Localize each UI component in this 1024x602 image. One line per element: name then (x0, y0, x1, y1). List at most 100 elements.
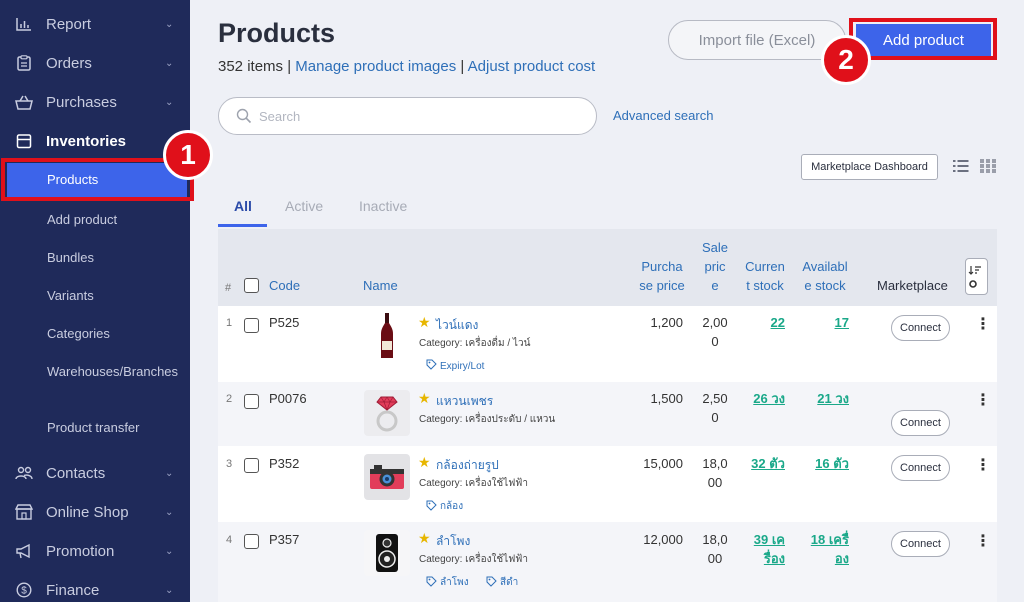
wine-bottle-image (364, 313, 410, 359)
separator: | (460, 58, 465, 75)
dollar-icon: $ (15, 581, 33, 599)
chevron-down-icon: ⌄ (165, 18, 174, 30)
row-checkbox[interactable] (244, 534, 259, 549)
table-row[interactable] (218, 522, 997, 602)
item-count: 352 items (218, 58, 284, 75)
product-category: Category: เครื่องดื่ม / ไวน์ (419, 338, 531, 349)
table-row[interactable] (218, 306, 997, 382)
tab-inactive[interactable]: Inactive (359, 198, 407, 214)
table-row[interactable] (218, 382, 997, 446)
sidebar-item-promotion[interactable]: Promotion ⌄ (0, 536, 190, 566)
tag-label: ลำโพง (440, 577, 469, 588)
product-tag[interactable]: ลำโพง (426, 575, 469, 590)
connect-button[interactable]: Connect (891, 315, 950, 341)
value-line: 0 (711, 410, 719, 425)
star-icon[interactable]: ★ (418, 390, 431, 407)
tab-active[interactable]: Active (285, 198, 323, 214)
header-line: Sale (701, 240, 729, 255)
current-stock-link[interactable]: 32 ตัว (738, 454, 785, 473)
svg-text:$: $ (21, 586, 27, 597)
sidebar-subitem-product-transfer[interactable]: Product transfer (47, 418, 182, 437)
product-category: Category: เครื่องประดับ / แหวน (419, 414, 556, 425)
available-stock-link[interactable]: 17 (800, 313, 849, 332)
value-line: 00 (707, 551, 723, 566)
star-icon[interactable]: ★ (418, 314, 431, 331)
clipboard-icon (15, 54, 33, 72)
connect-button[interactable]: Connect (891, 455, 950, 481)
manage-images-link[interactable]: Manage product images (295, 58, 456, 75)
sidebar-item-online-shop[interactable]: Online Shop ⌄ (0, 497, 190, 527)
product-name-link[interactable]: กล้องถ่ายรูป (436, 456, 499, 475)
header-line: e (711, 278, 719, 293)
marketplace-dashboard-button[interactable]: Marketplace Dashboard (801, 154, 938, 180)
row-checkbox[interactable] (244, 394, 259, 409)
separator: | (287, 58, 292, 75)
row-num: 1 (226, 317, 233, 329)
sidebar-item-inventories[interactable]: Inventories (0, 126, 190, 156)
sidebar-item-contacts[interactable]: Contacts ⌄ (0, 458, 190, 488)
product-name-link[interactable]: ไวน์แดง (436, 316, 478, 335)
current-stock-link[interactable]: 39 เค รื่อง (738, 530, 785, 568)
connect-button[interactable]: Connect (891, 410, 950, 436)
sidebar-item-report[interactable]: Report ⌄ (0, 9, 190, 39)
more-options-icon[interactable]: ⋮ (975, 531, 991, 551)
adjust-cost-link[interactable]: Adjust product cost (468, 58, 596, 75)
col-header-code[interactable]: Code (269, 276, 300, 295)
row-checkbox[interactable] (244, 318, 259, 333)
tab-all[interactable]: All (234, 198, 252, 214)
sidebar-item-finance[interactable]: $ Finance ⌄ (0, 575, 190, 602)
product-code: P525 (269, 315, 300, 330)
more-options-icon[interactable]: ⋮ (975, 314, 991, 334)
advanced-search-link[interactable]: Advanced search (613, 108, 713, 123)
tag-label: Expiry/Lot (440, 360, 485, 372)
available-stock-link[interactable]: 16 ตัว (796, 454, 849, 473)
header-line: Availabl (802, 259, 848, 274)
star-icon[interactable]: ★ (418, 454, 431, 471)
sidebar-subitem-variants[interactable]: Variants (47, 286, 182, 305)
product-name-link[interactable]: ลำโพง (436, 532, 470, 551)
sidebar-item-orders[interactable]: Orders ⌄ (0, 48, 190, 78)
sidebar-subitem-add-product[interactable]: Add product (47, 210, 182, 229)
camera-image (364, 454, 410, 500)
connect-button[interactable]: Connect (891, 531, 950, 557)
product-tag[interactable]: สีดำ (486, 575, 518, 590)
sidebar-subitem-warehouses[interactable]: Warehouses/Branches (47, 362, 182, 381)
more-options-icon[interactable]: ⋮ (975, 390, 991, 410)
product-tag[interactable]: กล้อง (426, 499, 463, 514)
sale-price: 18,0 00 (698, 454, 732, 492)
product-tag[interactable]: Expiry/Lot (426, 359, 484, 373)
sidebar-item-purchases[interactable]: Purchases ⌄ (0, 87, 190, 117)
available-stock-link[interactable]: 18 เครื่ อง (796, 530, 849, 568)
select-all-checkbox[interactable] (244, 278, 259, 293)
header-line: se price (639, 278, 685, 293)
col-header-marketplace: Marketplace (877, 278, 948, 293)
row-num: 3 (226, 458, 233, 470)
tag-icon (426, 500, 437, 514)
value-line: 18 เครื่ (810, 532, 849, 547)
grid-view-icon[interactable] (980, 159, 996, 178)
box-icon (15, 132, 33, 150)
star-icon[interactable]: ★ (418, 530, 431, 547)
col-header-sale-price[interactable]: Sale pric e (698, 238, 732, 295)
list-view-icon[interactable] (953, 159, 969, 178)
column-settings-button[interactable] (965, 258, 988, 295)
import-excel-button[interactable]: Import file (Excel) (668, 20, 846, 60)
purchase-price: 12,000 (643, 532, 683, 547)
value-line: 2,50 (702, 391, 728, 406)
shop-icon (15, 503, 33, 521)
more-options-icon[interactable]: ⋮ (975, 455, 991, 475)
col-header-current-stock[interactable]: Curren t stock (741, 257, 789, 295)
header-line: Curren (745, 259, 785, 274)
current-stock-link[interactable]: 26 วง (738, 389, 785, 408)
sidebar-subitem-categories[interactable]: Categories (47, 324, 182, 343)
product-name-link[interactable]: แหวนเพชร (436, 392, 493, 411)
current-stock-link[interactable]: 22 (745, 313, 785, 332)
row-checkbox[interactable] (244, 458, 259, 473)
col-header-purchase-price[interactable]: Purcha se price (635, 257, 689, 295)
col-header-name[interactable]: Name (363, 276, 398, 295)
search-input[interactable]: Search (218, 97, 597, 135)
col-header-available-stock[interactable]: Availabl e stock (797, 257, 853, 295)
table-row[interactable] (218, 446, 997, 522)
sidebar-subitem-bundles[interactable]: Bundles (47, 248, 182, 267)
available-stock-link[interactable]: 21 วง (796, 389, 849, 408)
